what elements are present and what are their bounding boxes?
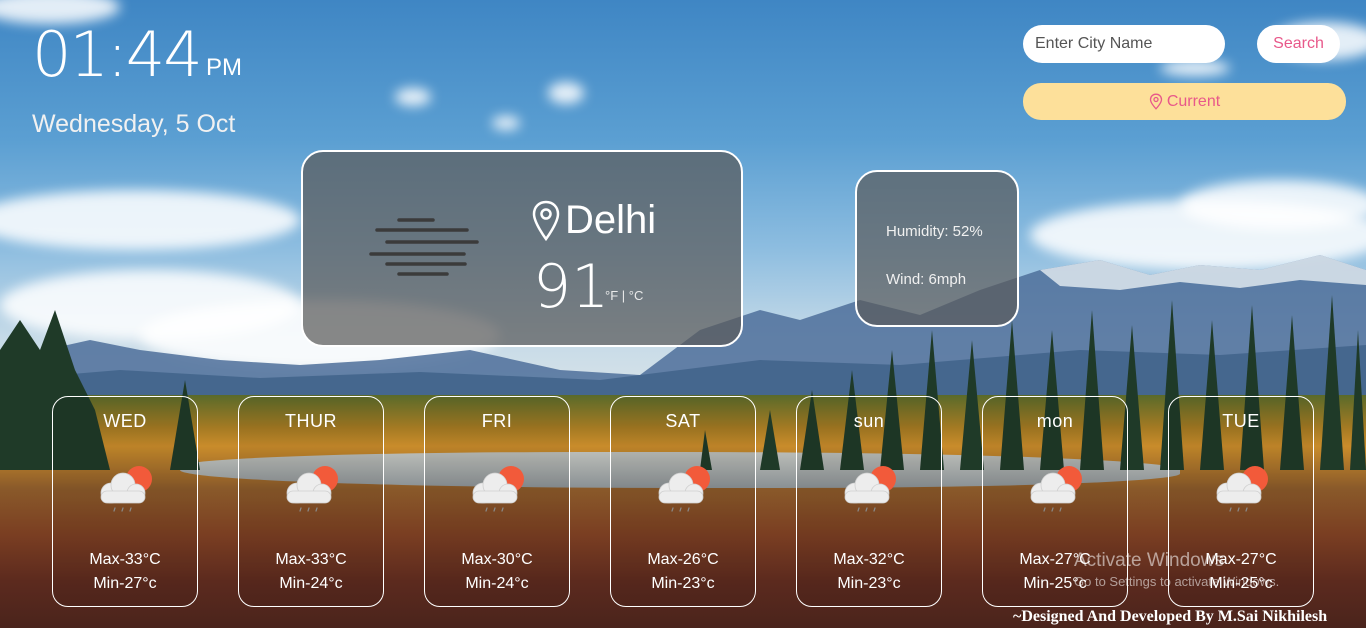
forecast-day-name: WED (103, 411, 147, 431)
clock-widget: 01:44 PM Wednesday, 5 Oct (32, 18, 242, 138)
city-search-input[interactable] (1023, 25, 1225, 63)
forecast-min-temp: Min-24°c (279, 575, 343, 592)
city-name: Delhi (565, 198, 657, 242)
forecast-day-card: THUR Max-33°C Min-24°c (238, 396, 384, 607)
partly-cloudy-icon (1216, 466, 1268, 512)
forecast-day-card: WED Max-33°C Min-27°c (52, 396, 198, 607)
partly-cloudy-icon (1030, 466, 1082, 512)
haze-icon (369, 218, 479, 276)
watermark-subtitle: Go to Settings to activate Windows. (1074, 574, 1280, 589)
partly-cloudy-icon (472, 466, 524, 512)
wind-value: Wind: 6mph (886, 271, 967, 288)
temperature-value: 91 (533, 252, 610, 322)
forecast-max-temp: Max-32°C (833, 551, 905, 568)
forecast-day-name: mon (1036, 411, 1074, 431)
clock-ampm: PM (206, 54, 242, 81)
forecast-max-temp: Max-33°C (89, 551, 161, 568)
footer-credit: ~Designed And Developed By M.Sai Nikhile… (1013, 608, 1328, 625)
forecast-day-name: TUE (1222, 411, 1260, 431)
cloud (492, 116, 520, 130)
cloud (1180, 180, 1366, 230)
forecast-day-name: FRI (481, 411, 513, 431)
clock-time: 01:44 (32, 18, 203, 91)
current-location-button[interactable]: Current (1023, 83, 1346, 120)
forecast-max-temp: Max-33°C (275, 551, 347, 568)
forecast-max-temp: Max-30°C (461, 551, 533, 568)
clock-date: Wednesday, 5 Oct (32, 110, 236, 138)
watermark-title: Activate Windows (1074, 550, 1224, 571)
forecast-day-name: THUR (285, 411, 337, 431)
forecast-max-temp: Max-26°C (647, 551, 719, 568)
location-pin-icon (532, 200, 560, 241)
cloud (395, 88, 431, 106)
forecast-min-temp: Min-24°c (465, 575, 529, 592)
cloud (548, 82, 584, 104)
partly-cloudy-icon (100, 466, 152, 512)
unit-toggle[interactable]: °F | °C (605, 288, 643, 303)
search-button[interactable]: Search (1257, 25, 1340, 63)
current-weather-card: Delhi 91 °F | °C (301, 150, 743, 347)
weather-details-card: Humidity: 52% Wind: 6mph (855, 170, 1019, 327)
humidity-value: Humidity: 52% (886, 223, 983, 240)
current-button-label: Current (1166, 92, 1221, 110)
forecast-day-name: sun (853, 411, 885, 431)
forecast-day-card: FRI Max-30°C Min-24°c (424, 396, 570, 607)
partly-cloudy-icon (844, 466, 896, 512)
forecast-min-temp: Min-23°c (651, 575, 715, 592)
forecast-min-temp: Min-23°c (837, 575, 901, 592)
forecast-min-temp: Min-27°c (93, 575, 157, 592)
forecast-day-name: SAT (665, 411, 701, 431)
forecast-day-card: sun Max-32°C Min-23°c (796, 396, 942, 607)
activate-windows-watermark: Activate Windows Go to Settings to activ… (1074, 550, 1279, 589)
city-location: Delhi (531, 198, 656, 243)
forecast-day-card: SAT Max-26°C Min-23°c (610, 396, 756, 607)
partly-cloudy-icon (286, 466, 338, 512)
partly-cloudy-icon (658, 466, 710, 512)
location-pin-icon (1149, 93, 1162, 110)
